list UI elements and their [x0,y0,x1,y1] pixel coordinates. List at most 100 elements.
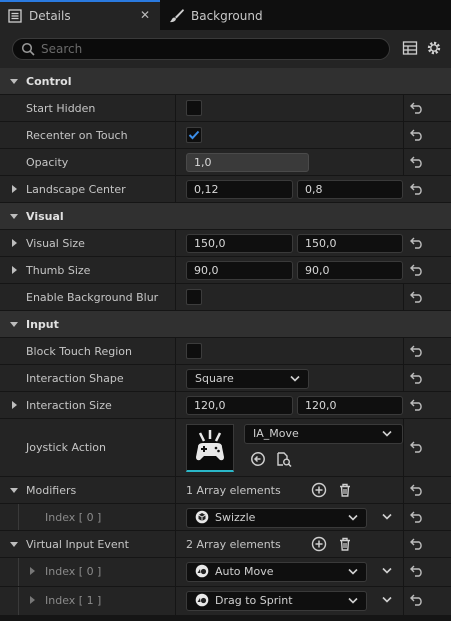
recenter-on-touch-checkbox[interactable] [186,127,202,143]
close-tab-icon[interactable]: ✕ [140,8,150,22]
use-selected-asset-icon[interactable] [250,451,266,467]
property-label: Landscape Center [26,183,126,196]
category-control[interactable]: Control [0,68,451,95]
property-landscape-center: Landscape Center 0,12 0,8 [0,176,451,203]
reset-to-default-icon[interactable] [410,345,424,357]
property-label: Interaction Shape [26,372,124,385]
chevron-down-icon [290,375,300,383]
landscape-center-x-field[interactable]: 0,12 [186,180,293,199]
visual-size-y-field[interactable]: 150,0 [297,234,403,253]
brush-icon [168,7,186,25]
landscape-center-y-field[interactable]: 0,8 [297,180,403,199]
collapse-arrow-icon[interactable] [10,212,18,220]
interaction-size-y-field[interactable]: 120,0 [297,396,403,415]
collapse-arrow-icon[interactable] [10,540,18,548]
thumb-size-x-field[interactable]: 90,0 [186,261,293,280]
checkmark-icon [188,130,200,140]
gamepad-icon [196,430,224,461]
dropdown-value: Square [195,372,234,385]
element-options-chevron-icon[interactable] [382,567,392,575]
virtual-input-event-element-1: Index [ 1 ] Drag to Sprint [0,587,451,616]
expand-arrow-icon[interactable] [10,239,18,247]
table-view-icon[interactable] [402,40,418,56]
visual-size-x-field[interactable]: 150,0 [186,234,293,253]
reset-to-default-icon[interactable] [410,538,424,550]
property-modifiers: Modifiers 1 Array elements [0,477,451,504]
property-label: Thumb Size [26,264,91,277]
reset-to-default-icon[interactable] [410,511,424,523]
virtual-input-event-dropdown[interactable]: Drag to Sprint [186,591,367,611]
interaction-shape-dropdown[interactable]: Square [186,369,309,389]
dropdown-value: Auto Move [215,565,274,578]
reset-to-default-icon[interactable] [410,291,424,303]
expand-arrow-icon[interactable] [10,266,18,274]
array-index-label: Index [ 0 ] [45,565,102,578]
element-options-chevron-icon[interactable] [382,596,392,604]
reset-to-default-icon[interactable] [410,441,424,453]
tab-details[interactable]: Details ✕ [0,0,160,30]
interaction-size-x-field[interactable]: 120,0 [186,396,293,415]
array-count: 2 Array elements [186,538,281,551]
virtual-input-event-dropdown[interactable]: Auto Move [186,562,367,582]
reset-to-default-icon[interactable] [410,372,424,384]
expand-arrow-icon[interactable] [28,567,36,575]
tab-bar: Details ✕ Background [0,0,451,30]
modifier-dropdown[interactable]: Swizzle [186,508,367,528]
trash-icon[interactable] [337,536,353,552]
reset-to-default-icon[interactable] [410,129,424,141]
event-icon [195,593,209,607]
gear-icon[interactable] [426,40,442,56]
category-label: Visual [26,210,64,223]
expand-arrow-icon[interactable] [10,185,18,193]
reset-to-default-icon[interactable] [410,264,424,276]
element-options-chevron-icon[interactable] [382,513,392,521]
property-label: Joystick Action [26,441,106,454]
reset-to-default-icon[interactable] [410,565,424,577]
array-count: 1 Array elements [186,484,281,497]
category-input[interactable]: Input [0,311,451,338]
category-visual[interactable]: Visual [0,203,451,230]
property-grid: Control Start Hidden Recenter on Touch O… [0,68,451,616]
details-toolbar [0,30,451,68]
browse-asset-icon[interactable] [276,451,292,467]
property-label: Enable Background Blur [26,291,159,304]
opacity-slider[interactable]: 1,0 [186,153,309,172]
expand-arrow-icon[interactable] [10,401,18,409]
reset-to-default-icon[interactable] [410,484,424,496]
block-touch-region-checkbox[interactable] [186,343,202,359]
reset-to-default-icon[interactable] [410,237,424,249]
reset-to-default-icon[interactable] [410,183,424,195]
property-label: Block Touch Region [26,345,132,358]
search-box[interactable] [12,38,390,60]
search-input[interactable] [41,42,361,56]
trash-icon[interactable] [337,482,353,498]
joystick-action-dropdown[interactable]: IA_Move [244,424,403,444]
virtual-input-event-element-0: Index [ 0 ] Auto Move [0,558,451,587]
array-index-label: Index [ 1 ] [45,594,102,607]
property-label: Start Hidden [26,102,96,115]
add-element-icon[interactable] [311,482,327,498]
start-hidden-checkbox[interactable] [186,100,202,116]
property-joystick-action: Joystick Action IA_Move [0,419,451,477]
add-element-icon[interactable] [311,536,327,552]
property-interaction-shape: Interaction Shape Square [0,365,451,392]
expand-arrow-icon[interactable] [28,596,36,604]
property-label: Opacity [26,156,69,169]
category-label: Control [26,75,72,88]
reset-to-default-icon[interactable] [410,399,424,411]
property-thumb-size: Thumb Size 90,0 90,0 [0,257,451,284]
dropdown-value: Swizzle [215,511,256,524]
collapse-arrow-icon[interactable] [10,77,18,85]
reset-to-default-icon[interactable] [410,102,424,114]
enable-background-blur-checkbox[interactable] [186,289,202,305]
collapse-arrow-icon[interactable] [10,320,18,328]
cube-icon [195,510,209,524]
dropdown-value: IA_Move [253,427,299,440]
tab-background[interactable]: Background [162,2,312,30]
chevron-down-icon [348,514,358,522]
thumb-size-y-field[interactable]: 90,0 [297,261,403,280]
reset-to-default-icon[interactable] [410,594,424,606]
reset-to-default-icon[interactable] [410,156,424,168]
collapse-arrow-icon[interactable] [10,486,18,494]
asset-thumbnail[interactable] [186,424,234,472]
